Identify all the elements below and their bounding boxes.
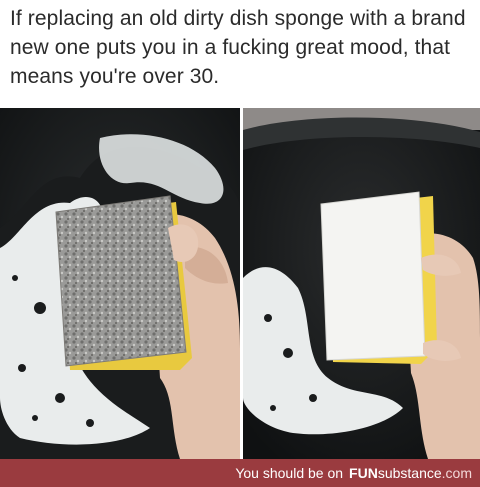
new-clean-sponge-photo [243,108,480,459]
brand-substance: substance [377,465,442,481]
meme-caption: If replacing an old dirty dish sponge wi… [10,7,466,88]
old-dirty-sponge-photo [0,108,240,459]
footer-prefix: You should be on [235,465,344,481]
brand-tld: .com [441,465,472,481]
brand-fun: FUN [349,465,378,481]
footer-text: You should be on FUNsubstance.com [235,464,472,482]
funsubstance-link[interactable]: FUNsubstance.com [349,465,472,481]
site-footer-banner: You should be on FUNsubstance.com [0,459,480,487]
